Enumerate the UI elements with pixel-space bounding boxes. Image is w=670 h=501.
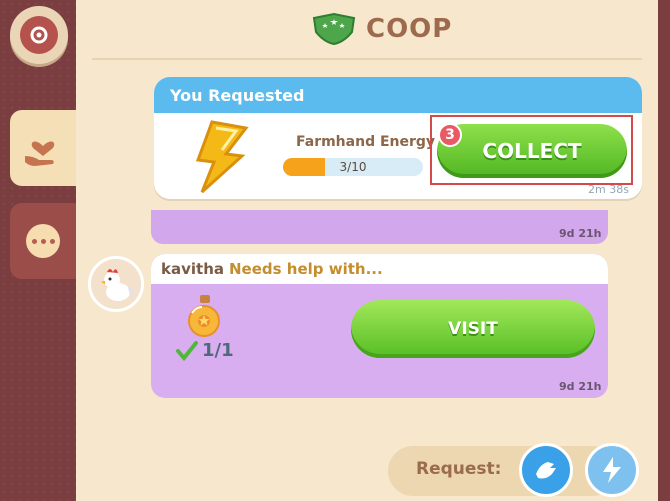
requested-header: You Requested: [154, 77, 642, 113]
help-header: kavitha Needs help with...: [151, 254, 608, 284]
checkmark-icon: [176, 340, 198, 361]
energy-item-name: Farmhand Energy: [296, 134, 436, 150]
collect-count-badge: 3: [438, 123, 462, 147]
previous-card: [151, 210, 608, 244]
help-user-name: kavitha: [161, 260, 224, 278]
collect-button[interactable]: COLLECT: [437, 124, 627, 178]
profile-badge-button[interactable]: [10, 6, 68, 64]
help-message: Needs help with...: [229, 260, 383, 278]
shield-gear-icon: [20, 16, 58, 54]
request-help-button[interactable]: [519, 443, 573, 497]
heart-hand-icon: [25, 141, 55, 166]
help-progress-text: 1/1: [202, 340, 234, 361]
potion-icon: [188, 295, 220, 337]
page-title-text: COOP: [366, 14, 453, 44]
energy-bolt-icon: [195, 120, 249, 194]
coop-shield-icon: [312, 12, 356, 46]
requested-timer: 2m 38s: [588, 183, 629, 196]
help-card-time: 9d 21h: [559, 380, 602, 393]
visit-button[interactable]: VISIT: [351, 300, 595, 358]
helping-hand-icon: [536, 462, 556, 479]
energy-progress-text: 3/10: [339, 160, 367, 174]
title-divider: [92, 58, 642, 60]
request-energy-button[interactable]: [585, 443, 639, 497]
tab-donate[interactable]: [10, 110, 76, 186]
page-title: COOP: [310, 12, 452, 46]
energy-progress-bar: 3/10: [283, 158, 423, 176]
request-label: Request:: [416, 459, 502, 479]
right-edge: [658, 0, 670, 501]
avatar[interactable]: [88, 256, 144, 312]
coop-panel: [76, 0, 658, 501]
chicken-avatar-icon: [101, 269, 134, 301]
tab-chat[interactable]: [10, 203, 76, 279]
help-progress: 1/1: [176, 340, 234, 361]
lightning-icon: [603, 457, 621, 483]
chat-bubble-icon: [26, 224, 60, 258]
previous-card-time: 9d 21h: [559, 227, 602, 240]
